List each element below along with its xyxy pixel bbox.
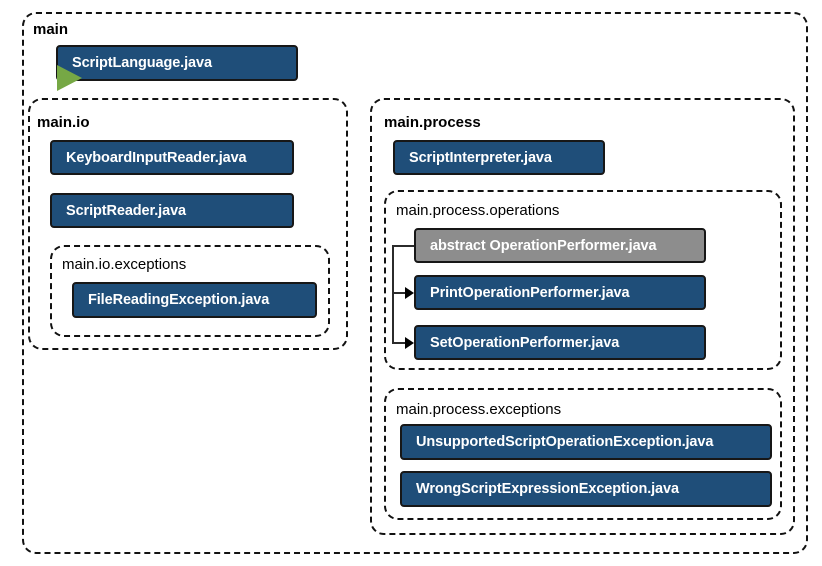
class-box-script-interpreter[interactable]: ScriptInterpreter.java	[393, 140, 605, 175]
inheritance-connector-spine	[392, 245, 394, 343]
package-label-main-process-exceptions: main.process.exceptions	[396, 401, 562, 418]
class-box-script-reader[interactable]: ScriptReader.java	[50, 193, 294, 228]
inheritance-arrow-set	[405, 337, 414, 349]
package-diagram: main ScriptLanguage.java main.io Keyboar…	[0, 0, 822, 566]
class-box-print-operation-performer[interactable]: PrintOperationPerformer.java	[414, 275, 706, 310]
package-label-main-io: main.io	[37, 114, 90, 131]
class-box-keyboard-input-reader[interactable]: KeyboardInputReader.java	[50, 140, 294, 175]
class-box-operation-performer[interactable]: abstract OperationPerformer.java	[414, 228, 706, 263]
class-box-file-reading-exception[interactable]: FileReadingException.java	[72, 282, 317, 318]
class-box-wrong-script-expression-exception[interactable]: WrongScriptExpressionException.java	[400, 471, 772, 507]
play-triangle-icon	[57, 65, 82, 91]
class-box-script-language[interactable]: ScriptLanguage.java	[56, 45, 298, 81]
package-label-main-io-exceptions: main.io.exceptions	[62, 256, 187, 273]
class-box-unsupported-script-operation-exception[interactable]: UnsupportedScriptOperationException.java	[400, 424, 772, 460]
package-label-main: main	[33, 21, 69, 38]
class-box-set-operation-performer[interactable]: SetOperationPerformer.java	[414, 325, 706, 360]
package-label-main-process: main.process	[384, 114, 481, 131]
package-label-main-process-operations: main.process.operations	[396, 202, 560, 219]
inheritance-arrow-print	[405, 287, 414, 299]
inheritance-connector-stem	[392, 245, 414, 247]
